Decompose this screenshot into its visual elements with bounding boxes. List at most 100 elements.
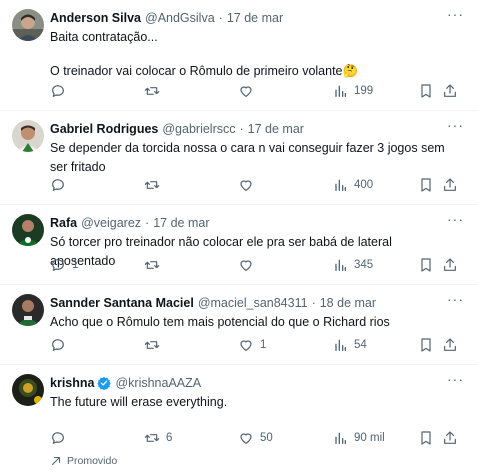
tweet-krishna-promoted[interactable]: krishna @krishnaAAZA ··· The future will… xyxy=(0,365,478,468)
avatar[interactable] xyxy=(12,120,44,152)
bookmark-button[interactable] xyxy=(418,429,434,447)
author-handle[interactable]: @AndGsilva xyxy=(145,10,215,26)
more-options-icon[interactable]: ··· xyxy=(447,7,464,21)
tweet-header: Rafa @veigarez · 17 de mar xyxy=(50,214,464,231)
like-button[interactable] xyxy=(238,176,260,194)
author-name[interactable]: Anderson Silva xyxy=(50,10,141,26)
date-separator: · xyxy=(311,295,316,310)
share-button[interactable] xyxy=(442,82,458,100)
tweet-rafa[interactable]: Rafa @veigarez · 17 de mar ··· Só torcer… xyxy=(0,205,478,285)
more-options-icon[interactable]: ··· xyxy=(447,292,464,306)
retweet-button[interactable] xyxy=(144,336,166,354)
avatar[interactable] xyxy=(12,374,44,406)
bookmark-icon xyxy=(421,338,431,352)
share-icon xyxy=(444,178,456,191)
retweet-icon xyxy=(144,341,160,349)
tweet-date[interactable]: 17 de mar xyxy=(153,215,209,231)
heart-icon xyxy=(240,180,252,191)
views-chart-icon xyxy=(335,339,346,351)
verified-badge-icon xyxy=(97,376,112,390)
views-chart-icon xyxy=(335,432,346,444)
avatar[interactable] xyxy=(12,214,44,246)
retweet-button[interactable] xyxy=(144,256,166,274)
more-options-icon[interactable]: ··· xyxy=(447,372,464,386)
heart-icon xyxy=(240,340,252,351)
views-chart-icon xyxy=(335,179,346,191)
views-count: 400 xyxy=(354,179,374,191)
views-button[interactable]: 199 xyxy=(332,82,373,100)
promoted-icon xyxy=(51,456,61,466)
share-icon xyxy=(444,258,456,271)
bookmark-button[interactable] xyxy=(418,82,434,100)
like-button[interactable]: 1 xyxy=(238,336,266,354)
reply-button[interactable] xyxy=(50,82,72,100)
like-count: 50 xyxy=(260,432,273,444)
share-button[interactable] xyxy=(442,176,458,194)
share-icon xyxy=(444,84,456,97)
tweet-date[interactable]: 17 de mar xyxy=(227,10,283,26)
share-icon xyxy=(444,338,456,351)
retweet-button[interactable]: 6 xyxy=(144,429,172,447)
author-handle[interactable]: @maciel_san84311 xyxy=(198,295,308,311)
author-name[interactable]: Rafa xyxy=(50,215,77,231)
share-button[interactable] xyxy=(442,256,458,274)
tweet-date[interactable]: 17 de mar xyxy=(248,121,304,137)
tweet-text: The future will erase everything. xyxy=(50,393,464,412)
bookmark-icon xyxy=(421,431,431,445)
reply-icon xyxy=(52,432,64,444)
reply-button[interactable]: 1 xyxy=(50,256,78,274)
avatar[interactable] xyxy=(12,294,44,326)
views-count: 199 xyxy=(354,85,374,97)
retweet-button[interactable] xyxy=(144,82,166,100)
reply-icon xyxy=(52,339,64,351)
tweet-actions: 199 xyxy=(50,74,464,110)
bookmark-icon xyxy=(421,84,431,98)
reply-button[interactable] xyxy=(50,336,72,354)
tweet-sannder-santana-maciel[interactable]: Sannder Santana Maciel @maciel_san84311 … xyxy=(0,285,478,365)
share-button[interactable] xyxy=(442,429,458,447)
author-handle[interactable]: @krishnaAAZA xyxy=(115,375,201,391)
promoted-text: Promovido xyxy=(67,455,118,467)
reply-button[interactable] xyxy=(50,429,72,447)
retweet-count: 6 xyxy=(166,432,173,444)
bookmark-icon xyxy=(421,178,431,192)
reply-feed: Anderson Silva @AndGsilva · 17 de mar ··… xyxy=(0,0,478,468)
author-handle[interactable]: @veigarez xyxy=(81,215,141,231)
share-button[interactable] xyxy=(442,336,458,354)
author-name[interactable]: Sannder Santana Maciel xyxy=(50,295,194,311)
more-options-icon[interactable]: ··· xyxy=(447,118,464,132)
tweet-date[interactable]: 18 de mar xyxy=(320,295,376,311)
date-separator: · xyxy=(239,121,244,136)
more-options-icon[interactable]: ··· xyxy=(447,212,464,226)
views-count: 90 mil xyxy=(354,432,385,444)
share-icon xyxy=(444,431,456,444)
heart-icon xyxy=(240,260,252,271)
author-name[interactable]: Gabriel Rodrigues xyxy=(50,121,158,137)
bookmark-button[interactable] xyxy=(418,256,434,274)
author-name[interactable]: krishna xyxy=(50,375,94,391)
avatar[interactable] xyxy=(12,9,44,41)
reply-icon xyxy=(52,179,64,191)
like-button[interactable]: 50 xyxy=(238,429,273,447)
reply-button[interactable] xyxy=(50,176,72,194)
views-button[interactable]: 345 xyxy=(332,256,373,274)
views-count: 54 xyxy=(354,339,367,351)
tweet-header: Gabriel Rodrigues @gabrielrscc · 17 de m… xyxy=(50,120,464,137)
author-handle[interactable]: @gabrielrscc xyxy=(162,121,235,137)
tweet-header: Sannder Santana Maciel @maciel_san84311 … xyxy=(50,294,464,311)
views-button[interactable]: 90 mil xyxy=(332,429,385,447)
tweet-gabriel-rodrigues[interactable]: Gabriel Rodrigues @gabrielrscc · 17 de m… xyxy=(0,111,478,205)
date-separator: · xyxy=(218,10,223,25)
views-count: 345 xyxy=(354,259,374,271)
retweet-button[interactable] xyxy=(144,176,166,194)
heart-icon xyxy=(240,433,252,444)
tweet-anderson-silva[interactable]: Anderson Silva @AndGsilva · 17 de mar ··… xyxy=(0,0,478,111)
like-button[interactable] xyxy=(238,82,260,100)
bookmark-button[interactable] xyxy=(418,176,434,194)
like-button[interactable] xyxy=(238,256,260,274)
views-button[interactable]: 54 xyxy=(332,336,367,354)
bookmark-button[interactable] xyxy=(418,336,434,354)
retweet-icon xyxy=(144,87,160,95)
date-separator: · xyxy=(145,215,150,230)
views-button[interactable]: 400 xyxy=(332,176,373,194)
